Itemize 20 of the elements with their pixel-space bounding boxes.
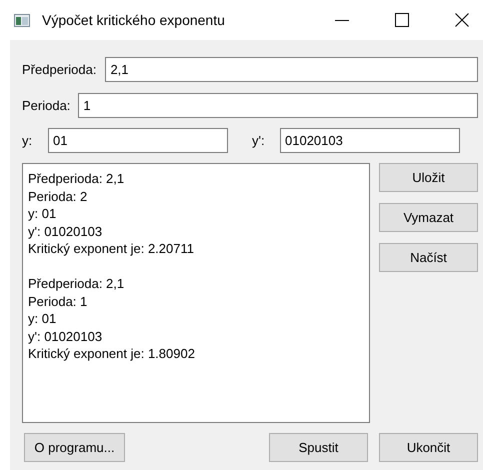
output-text-area[interactable]: Předperioda: 2,1 Perioda: 2 y: 01 y': 01020103 Kritický exponent je: 2.20711 Předperioda: 2,1 Perioda: 1 y: 01 y': 01020103 Kritický exponent je: 1.80902 xyxy=(22,163,370,423)
input-field[interactable]: 01020103 xyxy=(280,128,460,153)
side-button[interactable]: Uložit xyxy=(379,163,478,192)
maximize-icon[interactable] xyxy=(395,13,409,27)
input-field[interactable]: 2,1 xyxy=(105,57,478,82)
field-label: Perioda: xyxy=(22,96,70,115)
side-button[interactable]: Načíst xyxy=(379,243,478,272)
dialog-button[interactable]: Ukončit xyxy=(379,433,478,462)
field-label: y: xyxy=(22,132,34,150)
dialog-button[interactable]: Spustit xyxy=(269,433,368,462)
output-text: Předperioda: 2,1 Perioda: 2 y: 01 y': 01020103 Kritický exponent je: 2.20711 Předperioda: 2,1 Perioda: 1 y: 01 y': 01020103 Kritický exponent je: 1.80902 xyxy=(28,170,196,362)
input-field[interactable]: 01 xyxy=(48,128,228,153)
dialog-button[interactable]: O programu... xyxy=(24,433,125,462)
side-button[interactable]: Vymazat xyxy=(379,203,478,232)
input-field[interactable]: 1 xyxy=(78,93,478,118)
window-title: Výpočet kritického exponentu xyxy=(42,10,225,30)
field-label: Předperioda: xyxy=(22,60,96,79)
app-icon xyxy=(14,14,30,26)
close-icon[interactable] xyxy=(455,13,469,27)
field-label: y': xyxy=(252,132,266,150)
